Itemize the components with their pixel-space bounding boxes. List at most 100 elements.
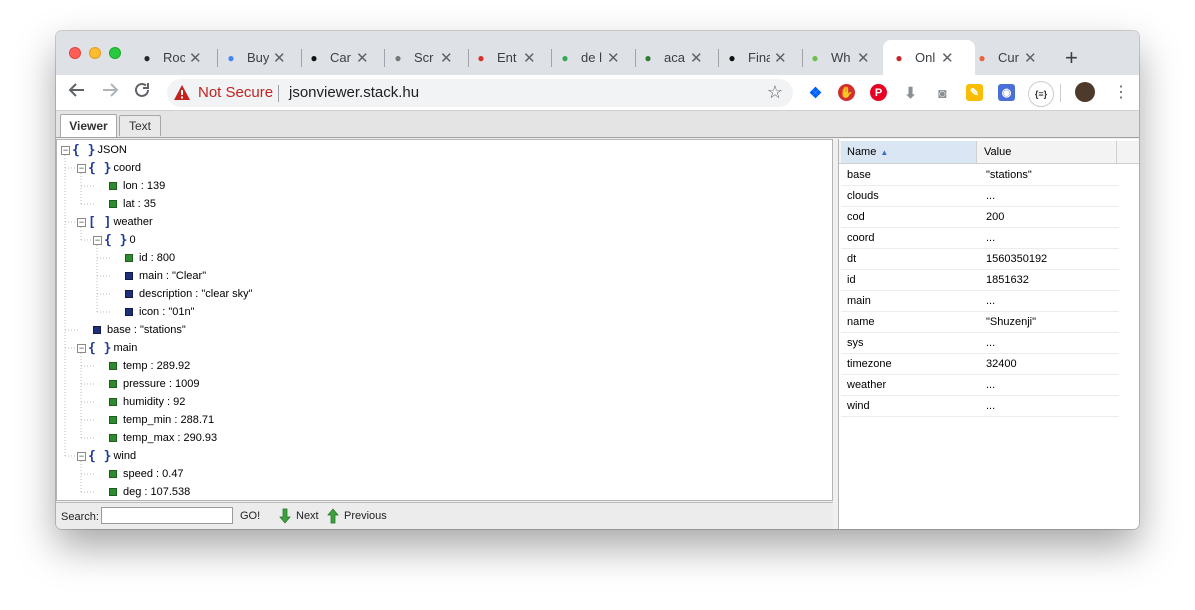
image-edit-icon[interactable]: ✎	[966, 84, 983, 101]
grid-row[interactable]: base "stations"	[841, 164, 1119, 186]
close-tab-icon[interactable]: ✕	[857, 49, 870, 67]
tree-node[interactable]: −{ } JSON	[61, 141, 127, 159]
tree-node[interactable]: id : 800	[109, 249, 175, 267]
json-viewer-extension-icon[interactable]: {≡}	[1028, 81, 1054, 107]
back-button[interactable]	[68, 81, 86, 105]
collapse-toggle-icon[interactable]: −	[77, 343, 86, 353]
grid-row[interactable]: wind...	[841, 395, 1119, 417]
browser-tab[interactable]: ● Cur ✕	[974, 40, 1050, 75]
close-tab-icon[interactable]: ✕	[273, 49, 286, 67]
collapse-toggle-icon[interactable]: −	[61, 145, 70, 155]
reload-icon	[135, 82, 149, 97]
value-column-header[interactable]: Value	[978, 141, 1117, 163]
tree-node[interactable]: −{ } wind	[77, 447, 136, 465]
tree-node-label: JSON	[97, 144, 127, 156]
tree-node[interactable]: lon : 139	[93, 177, 165, 195]
download-arrow-icon[interactable]: ⬇	[902, 84, 919, 102]
tree-node[interactable]: −{ } 0	[93, 231, 136, 249]
adblock-icon[interactable]: ✋	[838, 84, 855, 101]
tab-viewer[interactable]: Viewer	[60, 114, 117, 137]
capture-camera-icon[interactable]: ◉	[998, 84, 1015, 101]
next-button[interactable]: Next	[279, 508, 319, 524]
close-tab-icon[interactable]: ✕	[941, 49, 954, 67]
grid-cell-name: weather	[847, 379, 887, 391]
tree-node[interactable]: description : "clear sky"	[109, 285, 253, 303]
tree-node[interactable]: main : "Clear"	[109, 267, 206, 285]
browser-tab[interactable]: ● Buy ✕	[223, 40, 299, 75]
tab-title: Buy	[247, 50, 269, 65]
json-tree-pane: −{ } JSON −{ } coord lon : 139 lat : 35−[ ] we…	[56, 139, 833, 501]
previous-button[interactable]: Previous	[327, 508, 387, 524]
browser-tab[interactable]: ● aca ✕	[640, 40, 716, 75]
security-status[interactable]: Not Secure	[198, 84, 273, 101]
screenshot-camera-icon[interactable]: ◙	[934, 84, 951, 101]
address-bar[interactable]: Not Secure jsonviewer.stack.hu ☆	[167, 79, 793, 107]
browser-tab[interactable]: ● Car ✕	[306, 40, 382, 75]
name-column-header[interactable]: Name ▲	[841, 141, 977, 163]
collapse-toggle-icon[interactable]: −	[77, 217, 86, 227]
tree-node[interactable]: lat : 35	[93, 195, 156, 213]
tree-node[interactable]: −{ } main	[77, 339, 137, 357]
tree-node-label: 0	[129, 234, 136, 246]
browser-tab[interactable]: ● Roc ✕	[139, 40, 215, 75]
go-button[interactable]: GO!	[240, 510, 260, 522]
browser-tab[interactable]: ● Onl ✕	[883, 40, 975, 75]
browser-tab[interactable]: ● Wh ✕	[807, 40, 883, 75]
url-text[interactable]: jsonviewer.stack.hu	[289, 84, 419, 101]
new-tab-button[interactable]: +	[1065, 45, 1078, 71]
close-tab-icon[interactable]: ✕	[774, 49, 787, 67]
bookmark-star-icon[interactable]: ☆	[767, 82, 783, 103]
grid-row[interactable]: sys...	[841, 332, 1119, 354]
browser-tab[interactable]: ● Scr ✕	[390, 40, 466, 75]
close-window-button[interactable]	[69, 47, 81, 59]
close-tab-icon[interactable]: ✕	[189, 49, 202, 67]
close-tab-icon[interactable]: ✕	[690, 49, 703, 67]
profile-avatar[interactable]	[1075, 82, 1095, 102]
tab-text[interactable]: Text	[119, 115, 161, 136]
menu-dots-icon[interactable]: ⋮	[1113, 82, 1129, 102]
tree-node[interactable]: base : "stations"	[77, 321, 186, 339]
tree-node[interactable]: −[ ] weather	[77, 213, 153, 231]
close-tab-icon[interactable]: ✕	[1024, 49, 1037, 67]
grid-row[interactable]: coord...	[841, 227, 1119, 249]
collapse-toggle-icon[interactable]: −	[93, 235, 102, 245]
tree-node[interactable]: deg : 107.538	[93, 483, 190, 500]
dropbox-icon[interactable]: ❖	[807, 84, 824, 102]
grid-row[interactable]: cod 200	[841, 206, 1119, 228]
collapse-toggle-icon[interactable]: −	[77, 451, 86, 461]
tree-node-label: description : "clear sky"	[139, 288, 253, 300]
search-input[interactable]	[101, 507, 233, 524]
tree-node[interactable]: pressure : 1009	[93, 375, 199, 393]
collapse-toggle-icon[interactable]: −	[77, 163, 86, 173]
tree-node[interactable]: humidity : 92	[93, 393, 185, 411]
tree-node[interactable]: −{ } coord	[77, 159, 141, 177]
grid-row[interactable]: weather...	[841, 374, 1119, 396]
close-tab-icon[interactable]: ✕	[440, 49, 453, 67]
grid-row[interactable]: clouds...	[841, 185, 1119, 207]
minimize-window-button[interactable]	[89, 47, 101, 59]
grid-cell-value: "Shuzenji"	[986, 316, 1037, 328]
tree-node[interactable]: temp : 289.92	[93, 357, 190, 375]
grid-row[interactable]: timezone 32400	[841, 353, 1119, 375]
pinterest-icon[interactable]: P	[870, 84, 887, 101]
reload-button[interactable]	[133, 81, 151, 105]
browser-tab[interactable]: ● de l ✕	[557, 40, 633, 75]
grid-row[interactable]: id 1851632	[841, 269, 1119, 291]
close-tab-icon[interactable]: ✕	[356, 49, 369, 67]
close-tab-icon[interactable]: ✕	[607, 49, 620, 67]
grid-row[interactable]: name "Shuzenji"	[841, 311, 1119, 333]
grid-cell-name: wind	[847, 400, 870, 412]
browser-tab[interactable]: ● Ent ✕	[473, 40, 549, 75]
grid-row[interactable]: dt 1560350192	[841, 248, 1119, 270]
tree-node[interactable]: temp_min : 288.71	[93, 411, 214, 429]
tree-node[interactable]: temp_max : 290.93	[93, 429, 217, 447]
tree-node[interactable]: icon : "01n"	[109, 303, 195, 321]
maximize-window-button[interactable]	[109, 47, 121, 59]
forward-button[interactable]	[101, 81, 119, 105]
close-tab-icon[interactable]: ✕	[523, 49, 536, 67]
grid-row[interactable]: main...	[841, 290, 1119, 312]
browser-tab[interactable]: ● Fina ✕	[724, 40, 800, 75]
tab-title: aca	[664, 50, 685, 65]
tree-node[interactable]: speed : 0.47	[93, 465, 184, 483]
object-icon: { }	[88, 448, 112, 464]
